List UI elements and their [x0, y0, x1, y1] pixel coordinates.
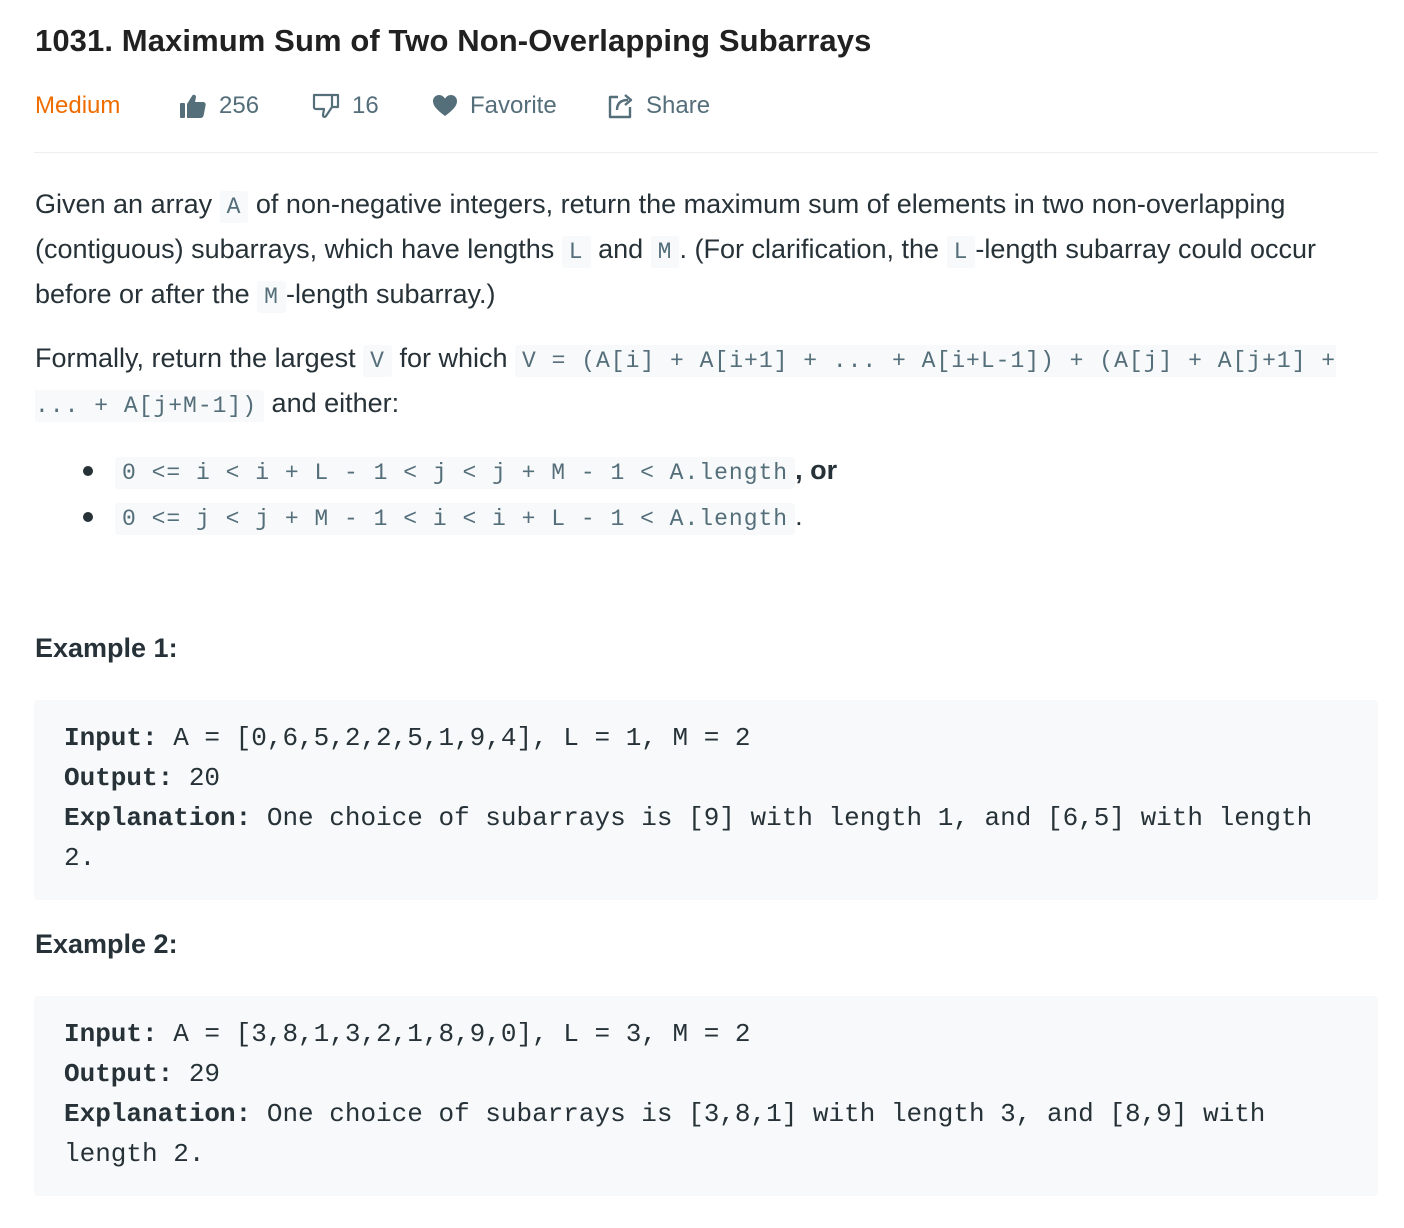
inline-code: M [257, 281, 286, 313]
favorite-button[interactable]: Favorite [432, 92, 608, 120]
output-label: Output: [64, 1059, 174, 1089]
explanation-value: One choice of subarrays is [9] with leng… [64, 803, 1328, 873]
text: -length subarray.) [285, 279, 496, 309]
example-2-title: Example 2: [35, 929, 178, 959]
example-1-title: Example 1: [35, 633, 178, 663]
text: . [795, 501, 803, 531]
favorite-label: Favorite [470, 92, 557, 119]
inline-code: L [561, 236, 591, 268]
output-label: Output: [64, 763, 174, 793]
input-label: Input: [64, 1019, 158, 1049]
explanation-label: Explanation: [64, 1099, 252, 1129]
problem-page: 1031. Maximum Sum of Two Non-Overlapping… [0, 0, 1404, 1228]
example-2-block: Input: A = [3,8,1,3,2,1,8,9,0], L = 3, M… [34, 996, 1378, 1196]
explanation-label: Explanation: [64, 803, 252, 833]
difficulty-label: Medium [35, 92, 121, 119]
share-icon [608, 93, 634, 119]
problem-title: 1031. Maximum Sum of Two Non-Overlapping… [35, 23, 872, 58]
inline-code: V [363, 345, 392, 377]
example-1-block: Input: A = [0,6,5,2,2,5,1,9,4], L = 1, M… [34, 700, 1378, 900]
input-value: A = [3,8,1,3,2,1,8,9,0], L = 3, M = 2 [157, 1019, 751, 1049]
input-value: A = [0,6,5,2,2,5,1,9,4], L = 1, M = 2 [157, 723, 751, 753]
heart-icon [432, 94, 458, 118]
description-paragraph-1: Given an array A of non-negative integer… [35, 183, 1365, 318]
list-item: 0 <= j < j + M - 1 < i < i + L - 1 < A.l… [35, 495, 837, 541]
thumbs-down-icon [312, 93, 340, 119]
text: Given an array [35, 189, 220, 219]
inline-code: A [219, 191, 249, 223]
description-paragraph-2: Formally, return the largest V for which… [35, 337, 1365, 427]
list-item: 0 <= i < i + L - 1 < j < j + M - 1 < A.l… [35, 449, 837, 495]
header-divider [34, 152, 1378, 153]
thumbs-up-icon [179, 93, 207, 119]
text: . (For clarification, the [679, 234, 947, 264]
output-value: 29 [173, 1059, 221, 1089]
condition-code: 0 <= j < j + M - 1 < i < i + L - 1 < A.l… [115, 503, 796, 535]
dislike-count: 16 [352, 92, 379, 119]
text: and [590, 234, 651, 264]
conditions-list: 0 <= i < i + L - 1 < j < j + M - 1 < A.l… [35, 449, 837, 541]
dislike-button[interactable]: 16 [312, 92, 432, 120]
condition-code: 0 <= i < i + L - 1 < j < j + M - 1 < A.l… [115, 457, 796, 489]
input-label: Input: [64, 723, 158, 753]
text: Formally, return the largest [35, 343, 364, 373]
output-value: 20 [173, 763, 221, 793]
like-button[interactable]: 256 [179, 92, 312, 120]
like-count: 256 [219, 92, 260, 119]
text: and either: [264, 388, 400, 418]
share-label: Share [646, 92, 711, 119]
text: for which [391, 343, 515, 373]
share-button[interactable]: Share [608, 92, 710, 120]
inline-code: M [650, 236, 680, 268]
text: , or [795, 455, 838, 485]
problem-meta-bar: Medium 256 16 Favorite Share [35, 84, 710, 128]
inline-code: L [946, 236, 976, 268]
